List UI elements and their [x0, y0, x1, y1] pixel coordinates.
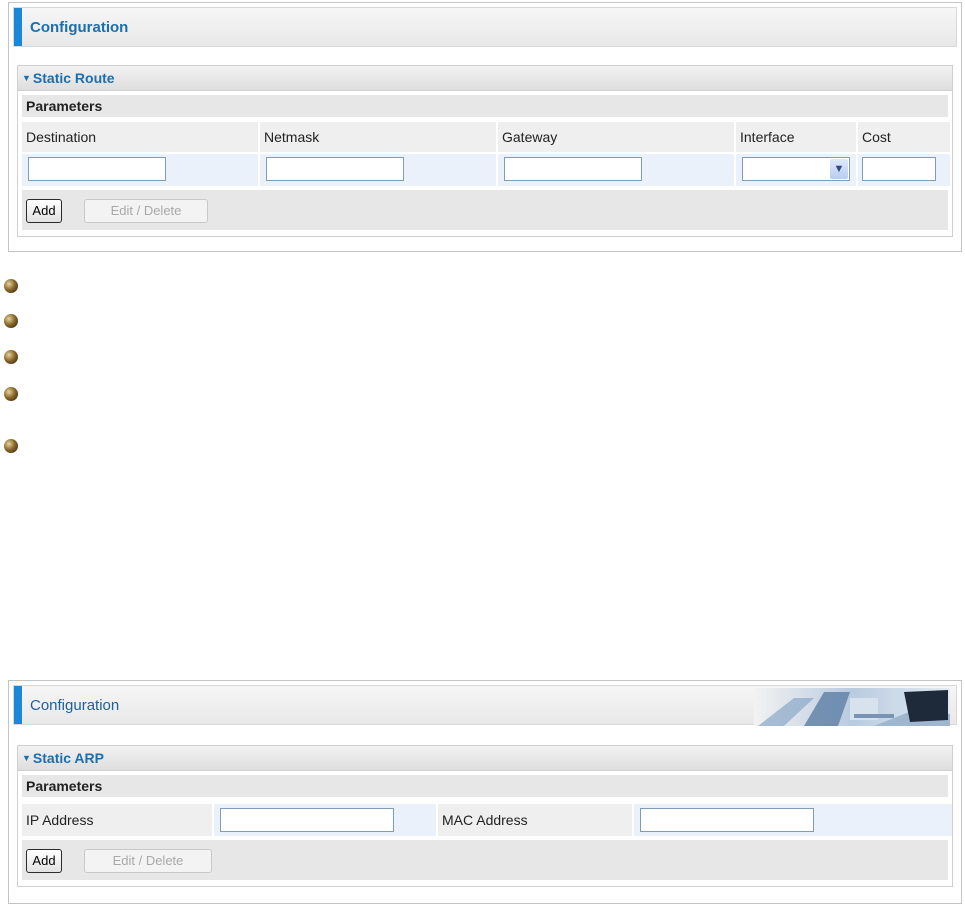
- static-arp-section-title[interactable]: ▼ Static ARP: [18, 746, 952, 771]
- column-gateway: Gateway: [498, 122, 734, 152]
- column-cost: Cost: [858, 122, 950, 152]
- ip-address-label: IP Address: [22, 804, 212, 836]
- collapse-triangle-icon: ▼: [22, 73, 31, 83]
- edit-delete-button[interactable]: Edit / Delete: [84, 849, 212, 873]
- mac-address-input[interactable]: [640, 808, 814, 832]
- static-route-title-text: Static Route: [32, 70, 115, 86]
- gateway-input[interactable]: [504, 157, 642, 181]
- static-arp-title-text: Static ARP: [32, 750, 104, 766]
- interface-select[interactable]: ▼: [742, 157, 850, 181]
- mac-address-cell: [634, 804, 952, 836]
- bullet-icon: [4, 279, 18, 293]
- netmask-input[interactable]: [266, 157, 404, 181]
- add-button[interactable]: Add: [26, 199, 62, 223]
- column-destination: Destination: [22, 122, 258, 152]
- add-button[interactable]: Add: [26, 849, 62, 873]
- destination-cell: [22, 154, 258, 186]
- ip-address-cell: [214, 804, 436, 836]
- parameters-heading: Parameters: [22, 95, 948, 117]
- static-route-section: ▼ Static Route Parameters Destination Net…: [17, 65, 953, 237]
- cost-cell: [858, 154, 950, 186]
- office-banner-image: [754, 688, 950, 726]
- configuration-title: Configuration: [30, 19, 129, 36]
- gateway-cell: [498, 154, 734, 186]
- collapse-triangle-icon: ▼: [22, 753, 31, 763]
- netmask-cell: [260, 154, 496, 186]
- header-accent-bar: [14, 686, 22, 724]
- column-netmask: Netmask: [260, 122, 496, 152]
- configuration-title: Configuration: [30, 697, 120, 714]
- static-arp-panel: Configuration ▼ Static ARP Parameters IP…: [8, 680, 962, 904]
- bullet-icon: [4, 387, 18, 401]
- static-arp-section: ▼ Static ARP Parameters IP Address MAC Ad…: [17, 745, 953, 887]
- bullet-icon: [4, 314, 18, 328]
- cost-input[interactable]: [862, 157, 936, 181]
- bullet-icon: [4, 350, 18, 364]
- chevron-down-icon[interactable]: ▼: [830, 159, 848, 179]
- edit-delete-button[interactable]: Edit / Delete: [84, 199, 208, 223]
- button-bar: Add Edit / Delete: [22, 190, 948, 230]
- arp-input-row: IP Address MAC Address: [22, 804, 952, 836]
- parameters-heading: Parameters: [22, 775, 948, 797]
- ip-address-input[interactable]: [220, 808, 394, 832]
- static-route-section-title[interactable]: ▼ Static Route: [18, 66, 952, 91]
- header-accent-bar: [14, 8, 22, 46]
- mac-address-label: MAC Address: [438, 804, 632, 836]
- interface-cell: ▼: [736, 154, 856, 186]
- destination-input[interactable]: [28, 157, 166, 181]
- input-row: ▼: [22, 154, 950, 186]
- configuration-header: Configuration: [13, 7, 957, 47]
- column-header-row: Destination Netmask Gateway Interface Co…: [22, 122, 950, 152]
- column-interface: Interface: [736, 122, 856, 152]
- bullet-icon: [4, 439, 18, 453]
- static-route-panel: Configuration ▼ Static Route Parameters D…: [8, 2, 962, 252]
- configuration-header: Configuration: [13, 685, 957, 726]
- button-bar: Add Edit / Delete: [22, 840, 948, 880]
